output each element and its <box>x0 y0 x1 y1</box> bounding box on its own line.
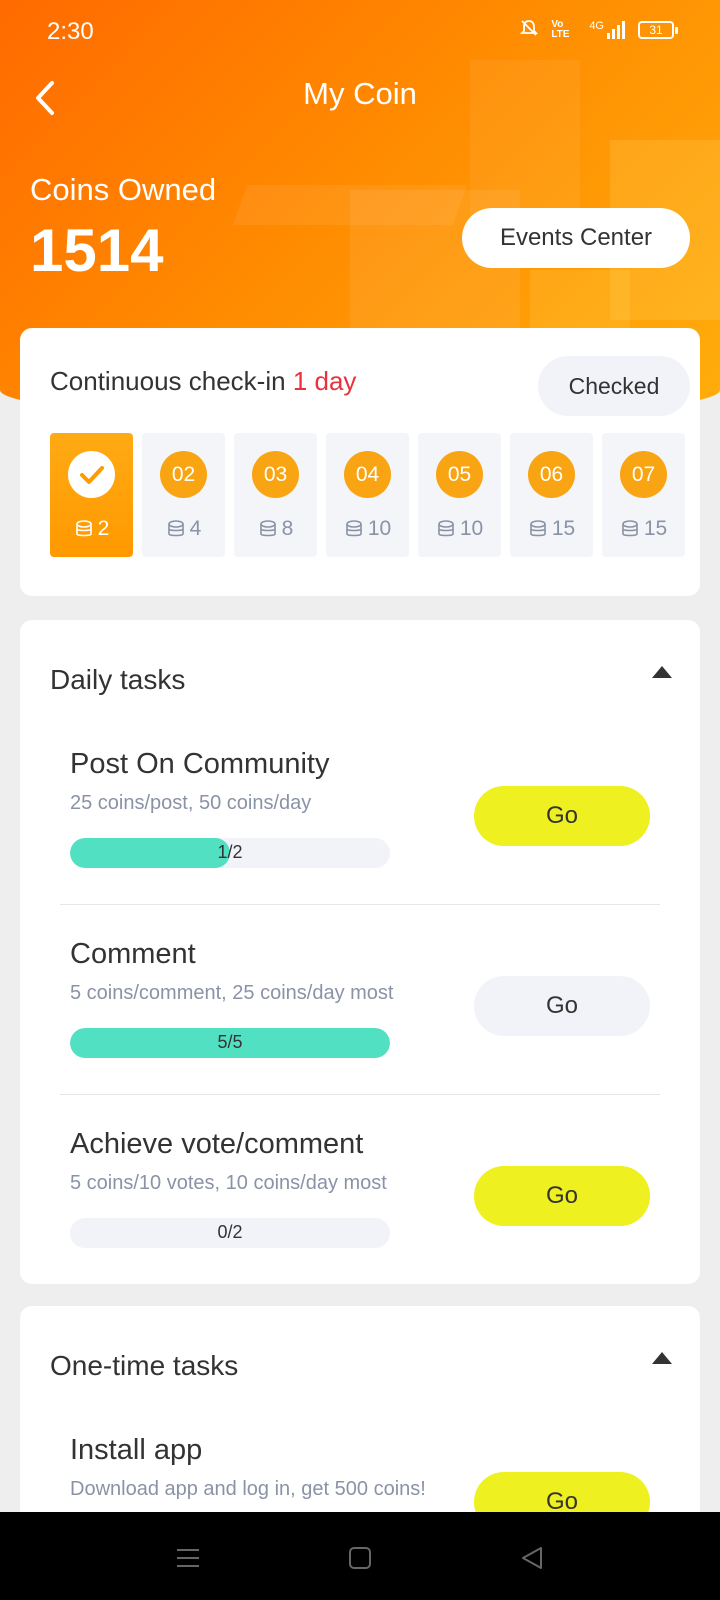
task-item: Achieve vote/comment 5 coins/10 votes, 1… <box>60 1128 680 1316</box>
task-progress-text: 0/2 <box>217 1222 243 1242</box>
decor-block <box>232 185 468 225</box>
day-reward: 15 <box>510 517 593 541</box>
checkin-day-4: 04 10 <box>326 433 409 557</box>
coins-owned-label: Coins Owned <box>30 172 217 207</box>
signal-icon: 4G <box>589 20 626 40</box>
one-time-tasks-title: One-time tasks <box>50 1350 239 1381</box>
mute-icon <box>519 18 539 42</box>
day-number: 07 <box>620 451 667 498</box>
home-icon[interactable] <box>340 1538 380 1578</box>
checkin-day-6: 06 15 <box>510 433 593 557</box>
day-reward-value: 15 <box>551 517 576 540</box>
collapse-triangle-icon[interactable] <box>650 1348 674 1368</box>
divider <box>60 1094 660 1095</box>
task-desc: 25 coins/post, 50 coins/day <box>70 792 312 814</box>
back-nav-icon[interactable] <box>512 1538 552 1578</box>
page-title: My Coin <box>303 76 417 111</box>
task-desc: 5 coins/comment, 25 coins/day most <box>70 982 394 1004</box>
go-button[interactable]: Go <box>474 1166 650 1226</box>
task-progress-bar: 0/2 <box>70 1218 390 1248</box>
day-reward: 10 <box>326 517 409 541</box>
events-center-button[interactable]: Events Center <box>462 208 690 268</box>
day-number: 06 <box>528 451 575 498</box>
coin-stack-icon <box>436 519 456 539</box>
battery-icon: 31 <box>638 21 678 39</box>
task-item: Post On Community 25 coins/post, 50 coin… <box>60 748 680 936</box>
day-reward: 8 <box>234 517 317 541</box>
task-progress-bar: 5/5 <box>70 1028 390 1058</box>
checkin-card: Continuous check-in 1 day Checked 2 02 4 03… <box>20 328 700 596</box>
task-title: Post On Community <box>70 748 330 780</box>
checkin-day-7: 07 15 <box>602 433 685 557</box>
collapse-triangle-icon[interactable] <box>650 662 674 682</box>
checkin-title-text: Continuous check-in <box>50 366 286 396</box>
day-reward-value: 8 <box>281 517 294 540</box>
status-bar: 2:30 Vo LTE 4G 31 <box>0 0 720 64</box>
day-reward: 10 <box>418 517 501 541</box>
day-number: 02 <box>160 451 207 498</box>
menu-icon[interactable] <box>168 1538 208 1578</box>
day-number: 04 <box>344 451 391 498</box>
checkin-day-3: 03 8 <box>234 433 317 557</box>
coin-stack-icon <box>74 519 94 539</box>
day-reward-value: 10 <box>459 517 484 540</box>
checkin-streak: 1 day <box>292 366 357 396</box>
volte-label: Vo LTE <box>551 19 570 40</box>
checkin-day-1: 2 <box>50 433 133 557</box>
checkin-title: Continuous check-in 1 day <box>50 366 356 397</box>
status-time: 2:30 <box>47 18 94 45</box>
checkin-day-2: 02 4 <box>142 433 225 557</box>
status-icons: Vo LTE 4G 31 <box>519 18 678 42</box>
check-icon <box>68 451 115 498</box>
coin-stack-icon <box>344 519 364 539</box>
task-item: Comment 5 coins/comment, 25 coins/day mo… <box>60 938 680 1126</box>
task-title: Install app <box>70 1434 203 1466</box>
divider <box>60 904 660 905</box>
task-desc: Download app and log in, get 500 coins! <box>70 1478 426 1500</box>
task-title: Comment <box>70 938 196 970</box>
day-number: 03 <box>252 451 299 498</box>
task-progress-text: 5/5 <box>217 1032 243 1052</box>
day-reward: 2 <box>50 517 133 541</box>
coins-owned-value: 1514 <box>30 217 164 284</box>
coin-stack-icon <box>258 519 278 539</box>
checked-button[interactable]: Checked <box>538 356 690 416</box>
coin-stack-icon <box>620 519 640 539</box>
daily-tasks-title: Daily tasks <box>50 664 186 695</box>
task-desc: 5 coins/10 votes, 10 coins/day most <box>70 1172 387 1194</box>
task-progress-text: 1/2 <box>217 842 243 862</box>
day-number: 05 <box>436 451 483 498</box>
day-reward-value: 10 <box>367 517 392 540</box>
day-reward: 4 <box>142 517 225 541</box>
coin-stack-icon <box>528 519 548 539</box>
system-nav-bar <box>0 1512 720 1600</box>
go-button[interactable]: Go <box>474 976 650 1036</box>
checkin-day-5: 05 10 <box>418 433 501 557</box>
daily-tasks-card: Daily tasks Post On Community 25 coins/p… <box>20 620 700 1284</box>
day-reward-value: 4 <box>189 517 202 540</box>
task-progress-bar: 1/2 <box>70 838 390 868</box>
coin-stack-icon <box>166 519 186 539</box>
go-button[interactable]: Go <box>474 786 650 846</box>
network-label: 4G <box>589 20 604 32</box>
task-title: Achieve vote/comment <box>70 1128 364 1160</box>
day-reward-value: 15 <box>643 517 668 540</box>
day-reward-value: 2 <box>97 517 110 540</box>
checkin-days: 2 02 4 03 8 04 10 05 10 06 15 07 15 <box>50 433 700 557</box>
day-reward: 15 <box>602 517 685 541</box>
